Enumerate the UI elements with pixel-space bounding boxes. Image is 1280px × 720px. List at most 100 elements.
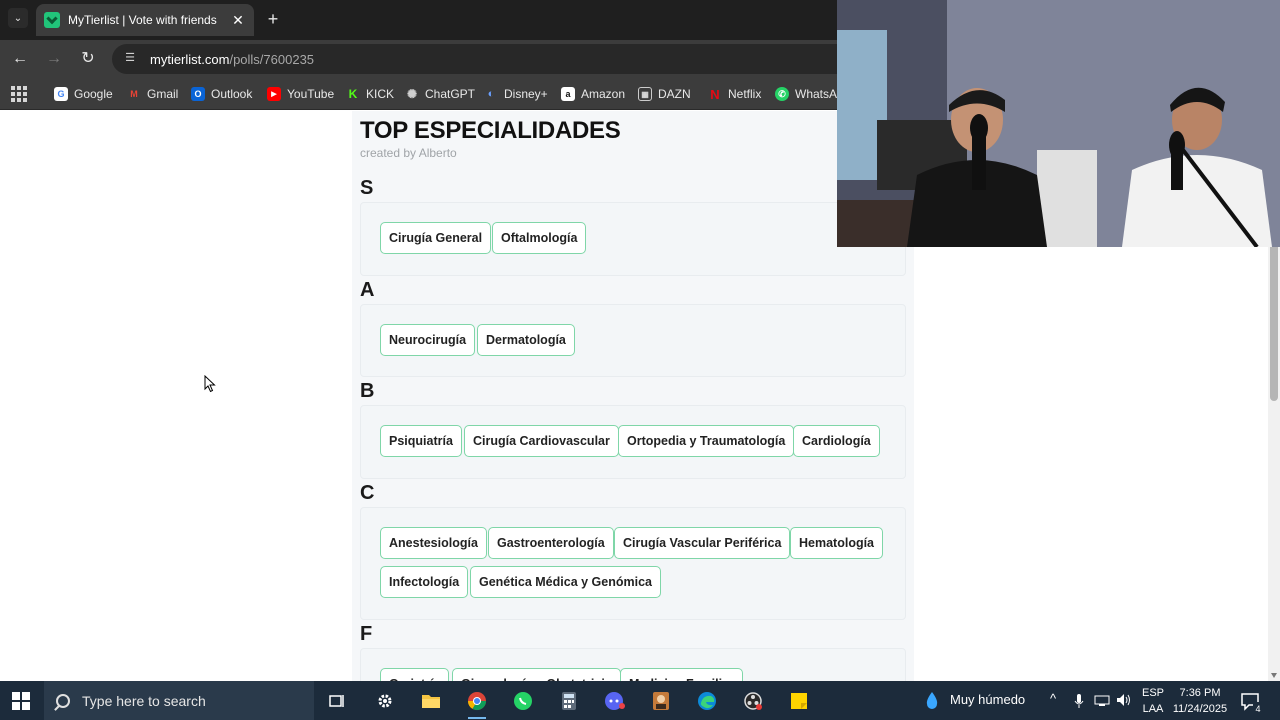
game-launcher-icon[interactable] [646, 686, 676, 716]
tier-label-s: S [360, 177, 374, 199]
tab-search-chevron-icon[interactable]: ⌄ [8, 8, 28, 28]
bookmark-whatsapp[interactable]: ✆ WhatsAp [775, 84, 844, 104]
windows-taskbar: Type here to search Muy húmedo ^ ESP LAA… [0, 681, 1280, 720]
obs-recorder-icon[interactable] [738, 686, 768, 716]
bookmark-label: Gmail [147, 87, 179, 101]
tier-item[interactable]: Ortopedia y Traumatología [618, 425, 795, 457]
bookmark-netflix[interactable]: N Netflix [708, 84, 761, 104]
edge-icon[interactable] [692, 686, 722, 716]
tier-item[interactable]: Cardiología [793, 425, 880, 457]
discord-icon[interactable] [600, 686, 630, 716]
tier-item[interactable]: Geriatría [380, 668, 450, 681]
mouse-cursor-icon [204, 375, 216, 393]
tier-item[interactable]: Genética Médica y Genómica [470, 566, 661, 598]
tier-item[interactable]: Oftalmología [492, 222, 587, 254]
clock-date[interactable]: 11/24/2025 [1170, 702, 1230, 716]
notification-count: 4 [1253, 702, 1263, 716]
tier-item[interactable]: Cirugía General [380, 222, 492, 254]
windows-start-icon[interactable] [12, 692, 30, 710]
tier-item[interactable]: Anestesiología [380, 527, 487, 559]
tab-close-icon[interactable]: ✕ [230, 12, 246, 29]
tier-label-c: C [360, 482, 375, 504]
tier-item[interactable]: Dermatología [477, 324, 575, 356]
settings-gear-icon[interactable] [370, 686, 400, 716]
bookmark-label: ChatGPT [425, 87, 476, 101]
mytierlist-favicon-icon [44, 12, 60, 28]
url-host: mytierlist.com [150, 51, 230, 67]
taskbar-search[interactable]: Type here to search [44, 681, 314, 720]
tier-item[interactable]: Ginecología y Obstetricia [452, 668, 621, 681]
site-info-icon[interactable]: ☰ [122, 51, 138, 67]
webcam-scene [837, 0, 1280, 247]
file-explorer-icon[interactable] [416, 686, 446, 716]
dazn-icon: ▦ [638, 87, 652, 101]
tier-item[interactable]: Medicina Familiar [620, 668, 743, 681]
microphone-icon[interactable] [1074, 693, 1084, 709]
tray-chevron-up-icon[interactable]: ^ [1050, 692, 1056, 706]
tier-item[interactable]: Gastroenterología [488, 527, 614, 559]
tier-item[interactable]: Infectología [380, 566, 469, 598]
back-arrow-icon[interactable]: ← [10, 49, 30, 69]
bookmark-dazn[interactable]: ▦ DAZN [638, 84, 691, 104]
bookmark-youtube[interactable]: ▶ YouTube [267, 84, 334, 104]
bookmark-google[interactable]: G Google [54, 84, 113, 104]
sticky-notes-icon[interactable] [784, 686, 814, 716]
bookmark-outlook[interactable]: O Outlook [191, 84, 252, 104]
bookmark-label: Amazon [581, 87, 626, 101]
whatsapp-app-icon[interactable] [508, 686, 538, 716]
weather-text[interactable]: Muy húmedo [950, 693, 1025, 707]
chrome-icon[interactable] [462, 686, 492, 719]
tab-title: MyTierlist | Vote with friends [68, 13, 217, 27]
bookmark-chatgpt[interactable]: ✺ ChatGPT [405, 84, 475, 104]
bookmark-label: KICK [366, 87, 395, 101]
calculator-icon[interactable] [554, 686, 584, 716]
search-icon [56, 693, 70, 708]
bookmark-kick[interactable]: K KICK [346, 84, 394, 104]
tier-item[interactable]: Cirugía Vascular Periférica [614, 527, 791, 559]
new-tab-plus-icon[interactable]: + [262, 9, 284, 31]
google-icon: G [54, 87, 68, 101]
tier-item[interactable]: Psiquiatría [380, 425, 462, 457]
search-placeholder: Type here to search [82, 692, 206, 709]
clock-time[interactable]: 7:36 PM [1170, 686, 1230, 700]
tab-active[interactable]: MyTierlist | Vote with friends ✕ [36, 4, 254, 36]
disney-icon: ◐ [487, 88, 495, 100]
tier-item[interactable]: Cirugía Cardiovascular [464, 425, 619, 457]
bookmark-label: Outlook [211, 87, 253, 101]
bookmark-amazon[interactable]: a Amazon [561, 84, 625, 104]
bookmark-gmail[interactable]: M Gmail [127, 84, 178, 104]
whatsapp-icon: ✆ [775, 87, 789, 101]
language-code[interactable]: ESP [1140, 686, 1166, 700]
reload-icon[interactable]: ↻ [78, 49, 98, 69]
netflix-icon: N [710, 86, 720, 102]
bookmark-label: Disney+ [504, 87, 548, 101]
amazon-icon: a [561, 87, 575, 101]
apps-grid-icon[interactable] [11, 86, 27, 102]
bookmark-label: YouTube [287, 87, 335, 101]
bookmark-label: DAZN [658, 87, 691, 101]
forward-arrow-icon[interactable]: → [44, 49, 64, 69]
bookmark-label: Google [74, 87, 113, 101]
tier-item[interactable]: Hematología [790, 527, 884, 559]
address-bar[interactable]: ☰ mytierlist.com/polls/7600235 [112, 44, 872, 74]
task-view-icon[interactable] [322, 686, 352, 716]
url-path: /polls/7600235 [229, 51, 315, 67]
youtube-icon: ▶ [267, 87, 281, 101]
kick-icon: K [348, 87, 358, 101]
tier-label-a: A [360, 279, 375, 301]
bookmark-disney[interactable]: ◐ Disney+ [484, 84, 548, 104]
chatgpt-icon: ✺ [406, 87, 418, 101]
tier-row-c[interactable] [360, 507, 906, 620]
scroll-down-arrow-icon[interactable] [1271, 673, 1277, 678]
volume-icon[interactable] [1116, 693, 1132, 707]
gmail-icon: M [130, 89, 138, 99]
tier-item[interactable]: Neurocirugía [380, 324, 476, 356]
creator-text: created by Alberto [360, 146, 457, 160]
tier-label-f: F [360, 623, 373, 645]
bookmark-label: Netflix [728, 87, 762, 101]
webcam-overlay [837, 0, 1280, 247]
language-layout[interactable]: LAA [1140, 702, 1166, 716]
outlook-icon: O [191, 87, 205, 101]
weather-drop-icon[interactable] [922, 691, 942, 711]
network-icon[interactable] [1094, 694, 1110, 706]
